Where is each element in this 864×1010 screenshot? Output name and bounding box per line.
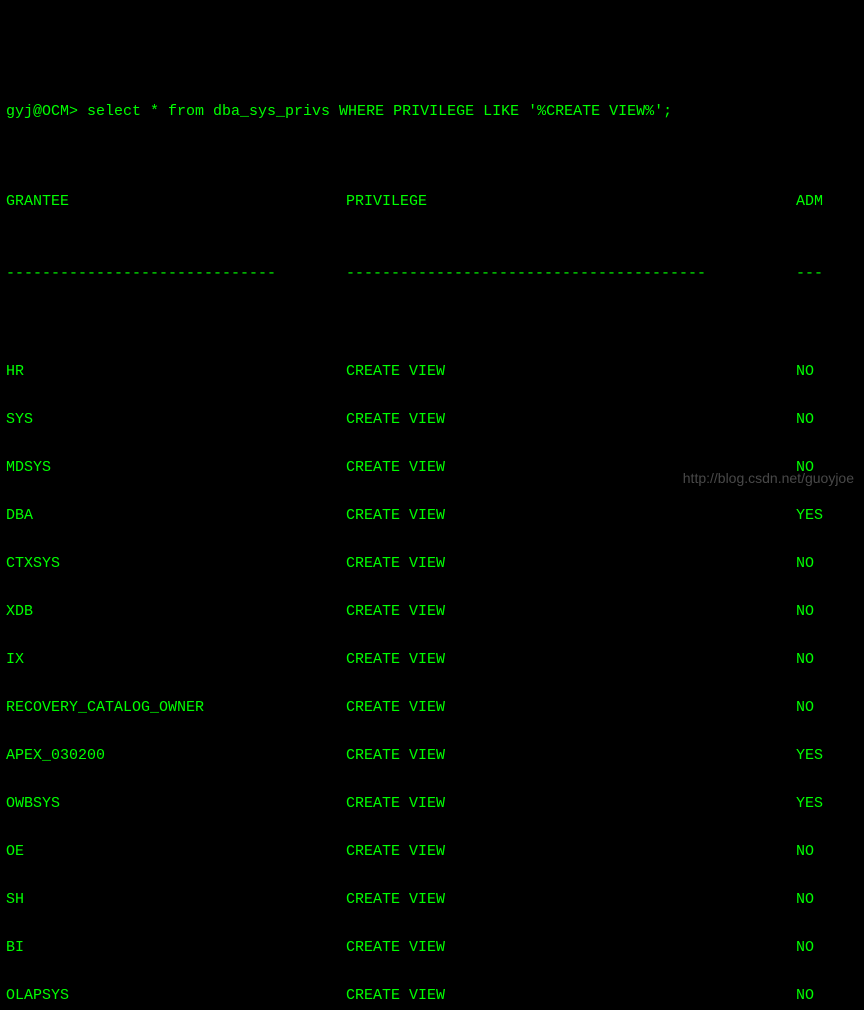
cell-grantee: SH bbox=[6, 888, 346, 912]
cell-grantee: BI bbox=[6, 936, 346, 960]
cell-grantee: APEX_030200 bbox=[6, 744, 346, 768]
cell-privilege: CREATE VIEW bbox=[346, 744, 796, 768]
cell-admin: NO bbox=[796, 648, 814, 672]
table-row: OLAPSYSCREATE VIEWNO bbox=[6, 984, 858, 1008]
cell-privilege: CREATE VIEW bbox=[346, 792, 796, 816]
cell-grantee: CTXSYS bbox=[6, 552, 346, 576]
cell-admin: NO bbox=[796, 696, 814, 720]
header-admin: ADM bbox=[796, 190, 823, 214]
table-row: SHCREATE VIEWNO bbox=[6, 888, 858, 912]
separator-col3: --- bbox=[796, 262, 823, 286]
cell-privilege: CREATE VIEW bbox=[346, 696, 796, 720]
table-row: OECREATE VIEWNO bbox=[6, 840, 858, 864]
cell-admin: NO bbox=[796, 600, 814, 624]
table-row: SYSCREATE VIEWNO bbox=[6, 408, 858, 432]
cell-admin: NO bbox=[796, 552, 814, 576]
cell-admin: NO bbox=[796, 840, 814, 864]
table-row: XDBCREATE VIEWNO bbox=[6, 600, 858, 624]
header-privilege: PRIVILEGE bbox=[346, 190, 796, 214]
cell-grantee: OWBSYS bbox=[6, 792, 346, 816]
cell-privilege: CREATE VIEW bbox=[346, 936, 796, 960]
cell-grantee: XDB bbox=[6, 600, 346, 624]
cell-grantee: IX bbox=[6, 648, 346, 672]
cell-privilege: CREATE VIEW bbox=[346, 360, 796, 384]
cell-privilege: CREATE VIEW bbox=[346, 648, 796, 672]
watermark-text: http://blog.csdn.net/guoyjoe bbox=[683, 467, 854, 489]
table-row: RECOVERY_CATALOG_OWNERCREATE VIEWNO bbox=[6, 696, 858, 720]
cell-privilege: CREATE VIEW bbox=[346, 984, 796, 1008]
cell-grantee: HR bbox=[6, 360, 346, 384]
cell-privilege: CREATE VIEW bbox=[346, 888, 796, 912]
cell-grantee: DBA bbox=[6, 504, 346, 528]
table-header-row: GRANTEEPRIVILEGEADM bbox=[6, 190, 858, 214]
sql-prompt-line: gyj@OCM> select * from dba_sys_privs WHE… bbox=[6, 100, 858, 124]
cell-admin: NO bbox=[796, 936, 814, 960]
cell-admin: YES bbox=[796, 792, 823, 816]
table-separator-row: ----------------------------------------… bbox=[6, 262, 858, 286]
cell-admin: YES bbox=[796, 744, 823, 768]
table-row: HRCREATE VIEWNO bbox=[6, 360, 858, 384]
table-row: BICREATE VIEWNO bbox=[6, 936, 858, 960]
sql-prompt: gyj@OCM> bbox=[6, 103, 78, 120]
cell-grantee: RECOVERY_CATALOG_OWNER bbox=[6, 696, 346, 720]
cell-grantee: OLAPSYS bbox=[6, 984, 346, 1008]
separator-col2: ---------------------------------------- bbox=[346, 262, 796, 286]
cell-privilege: CREATE VIEW bbox=[346, 408, 796, 432]
cell-admin: NO bbox=[796, 888, 814, 912]
table-row: IXCREATE VIEWNO bbox=[6, 648, 858, 672]
cell-admin: NO bbox=[796, 360, 814, 384]
header-grantee: GRANTEE bbox=[6, 190, 346, 214]
table-row: OWBSYSCREATE VIEWYES bbox=[6, 792, 858, 816]
sql-command: select * from dba_sys_privs WHERE PRIVIL… bbox=[78, 103, 672, 120]
table-row: APEX_030200CREATE VIEWYES bbox=[6, 744, 858, 768]
cell-grantee: SYS bbox=[6, 408, 346, 432]
cell-privilege: CREATE VIEW bbox=[346, 600, 796, 624]
cell-privilege: CREATE VIEW bbox=[346, 840, 796, 864]
table-row: CTXSYSCREATE VIEWNO bbox=[6, 552, 858, 576]
table-row: DBACREATE VIEWYES bbox=[6, 504, 858, 528]
cell-grantee: OE bbox=[6, 840, 346, 864]
separator-col1: ------------------------------ bbox=[6, 262, 346, 286]
cell-admin: NO bbox=[796, 408, 814, 432]
table-body: HRCREATE VIEWNO SYSCREATE VIEWNO MDSYSCR… bbox=[6, 336, 858, 1010]
cell-grantee: MDSYS bbox=[6, 456, 346, 480]
cell-admin: NO bbox=[796, 984, 814, 1008]
cell-privilege: CREATE VIEW bbox=[346, 504, 796, 528]
cell-privilege: CREATE VIEW bbox=[346, 552, 796, 576]
cell-admin: YES bbox=[796, 504, 823, 528]
